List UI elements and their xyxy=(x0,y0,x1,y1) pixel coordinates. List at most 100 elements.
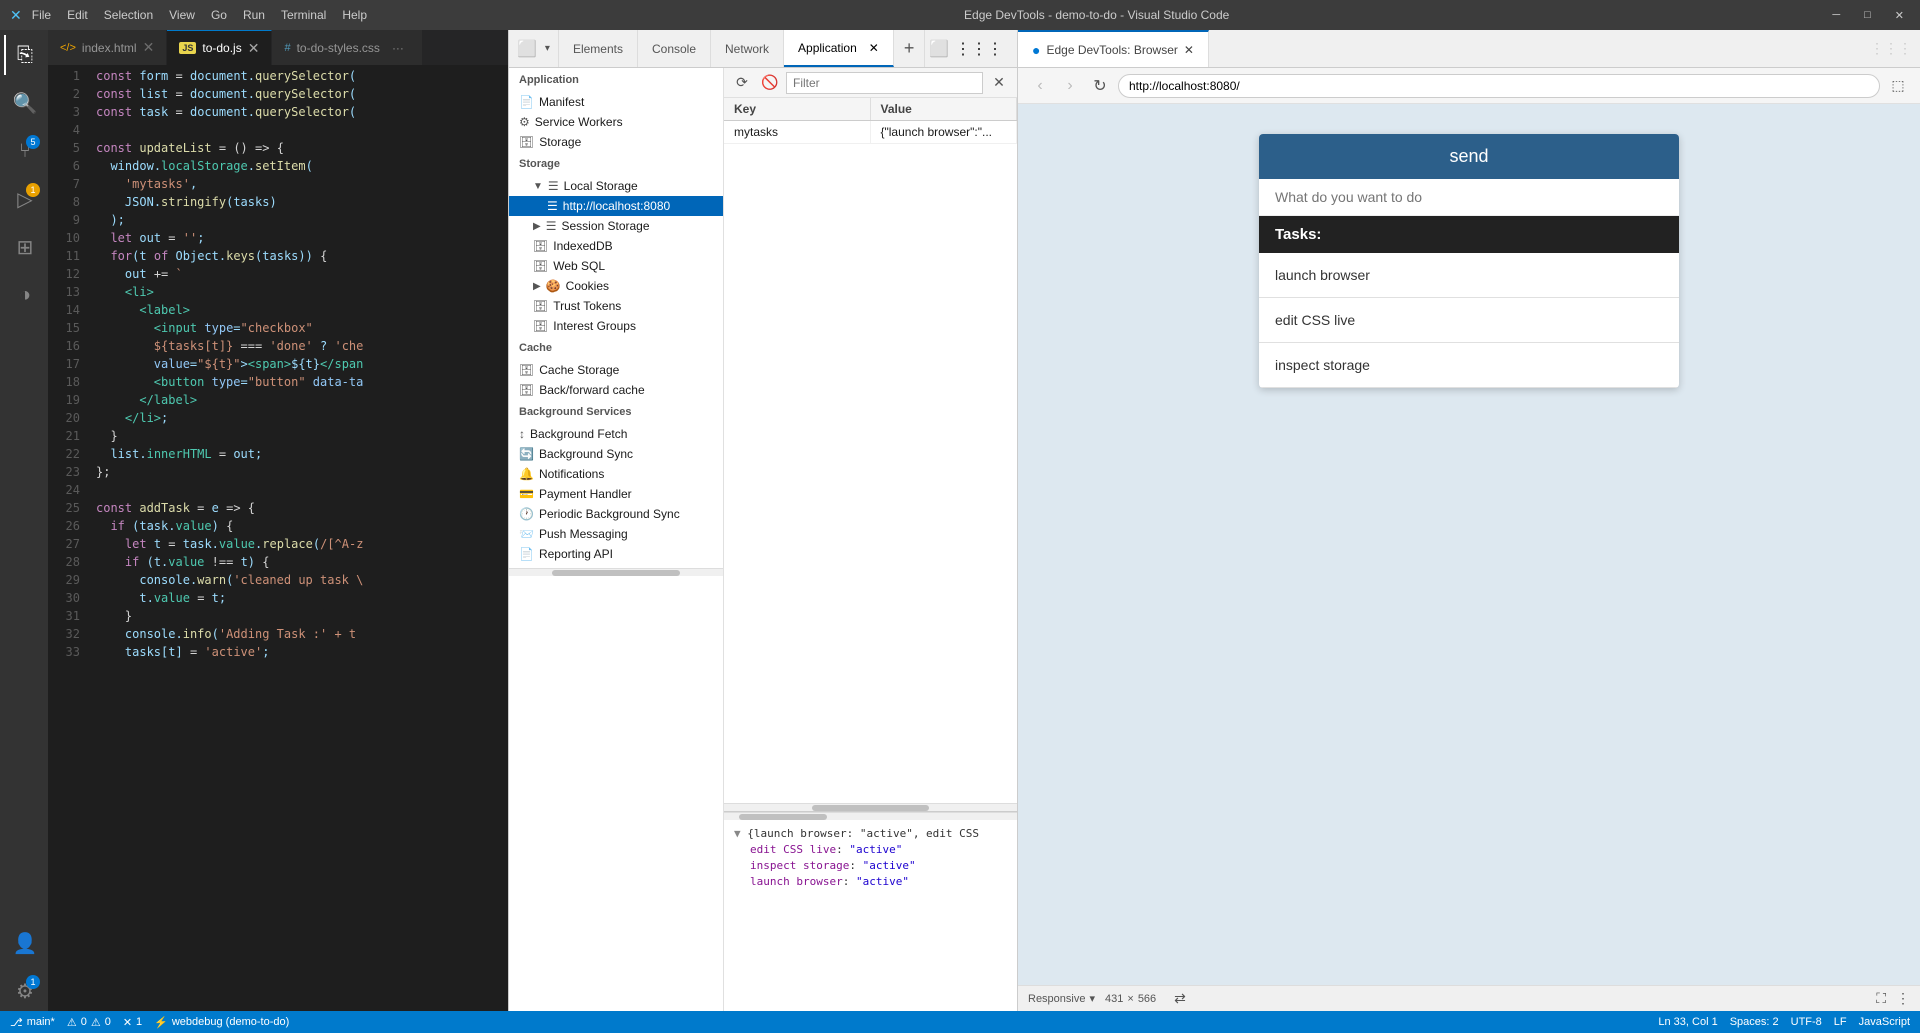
code-editor[interactable]: const form = document.querySelector( con… xyxy=(88,65,508,1011)
browser-preview-tab[interactable]: ● Edge DevTools: Browser ✕ xyxy=(1018,30,1209,67)
window-title: Edge DevTools - demo-to-do - Visual Stud… xyxy=(377,8,1816,22)
tab-elements[interactable]: Elements xyxy=(559,30,638,67)
tab-application[interactable]: Application ✕ xyxy=(784,30,894,67)
sidebar-scrollbar[interactable] xyxy=(509,568,723,576)
json-key-launch: launch browser xyxy=(750,875,843,888)
sidebar-cache-storage[interactable]: 🗄 Cache Storage xyxy=(509,360,723,380)
account-icon[interactable]: 👤 xyxy=(4,923,44,963)
browser-preview: ● Edge DevTools: Browser ✕ ⋮⋮⋮ ‹ › ↻ ⬚ s… xyxy=(1018,30,1920,1011)
times-icon: × xyxy=(1127,993,1133,1005)
tab-styles-css[interactable]: # to-do-styles.css ··· xyxy=(272,30,422,65)
menu-bar: File Edit Selection View Go Run Terminal… xyxy=(32,8,367,22)
url-bar[interactable] xyxy=(1118,74,1880,98)
git-branch[interactable]: ⎇ main* xyxy=(10,1016,55,1029)
tab-close-icon[interactable]: ✕ xyxy=(248,40,260,57)
tab-index-html[interactable]: </> index.html ✕ xyxy=(48,30,167,65)
tab-console[interactable]: Console xyxy=(638,30,711,67)
minimize-button[interactable]: ─ xyxy=(1826,7,1846,24)
git-branch-icon: ⎇ xyxy=(10,1016,23,1029)
sidebar-push-messaging[interactable]: 📨 Push Messaging xyxy=(509,524,723,544)
tab-network[interactable]: Network xyxy=(711,30,784,67)
menu-view[interactable]: View xyxy=(169,8,195,22)
more-options-icon[interactable]: ⋮ xyxy=(1896,990,1910,1007)
sidebar-websql[interactable]: 🗄 Web SQL xyxy=(509,256,723,276)
send-button[interactable]: send xyxy=(1259,134,1679,179)
preview-scrollbar[interactable] xyxy=(724,812,1017,820)
sidebar-service-workers[interactable]: ⚙ Service Workers xyxy=(509,112,723,132)
sidebar-bfcache[interactable]: 🗄 Back/forward cache xyxy=(509,380,723,400)
sidebar-payment-handler[interactable]: 💳 Payment Handler xyxy=(509,484,723,504)
sidebar-bg-sync[interactable]: 🔄 Background Sync xyxy=(509,444,723,464)
filter-clear-button[interactable]: ✕ xyxy=(987,71,1011,95)
sidebar-session-storage[interactable]: ▶ ☰ Session Storage xyxy=(509,216,723,236)
menu-go[interactable]: Go xyxy=(211,8,227,22)
tasks-header: Tasks: xyxy=(1259,216,1679,253)
menu-edit[interactable]: Edit xyxy=(67,8,88,22)
bg-fetch-label: Background Fetch xyxy=(530,427,627,441)
menu-run[interactable]: Run xyxy=(243,8,265,22)
sidebar-interest-groups[interactable]: 🗄 Interest Groups xyxy=(509,316,723,336)
maximize-button[interactable]: □ xyxy=(1858,7,1877,24)
table-row[interactable]: mytasks {"launch browser":"... xyxy=(724,121,1017,144)
info-status[interactable]: ✕ 1 xyxy=(123,1016,142,1029)
errors-status[interactable]: ⚠ 0 ⚠ 0 xyxy=(67,1016,111,1029)
explorer-icon[interactable]: ⎘ xyxy=(4,35,44,75)
close-button[interactable]: ✕ xyxy=(1889,7,1910,24)
sidebar-manifest[interactable]: 📄 Manifest xyxy=(509,92,723,112)
browser-tab-close-icon[interactable]: ✕ xyxy=(1184,43,1194,57)
interest-groups-icon: 🗄 xyxy=(533,319,548,333)
ln-col-status[interactable]: Ln 33, Col 1 xyxy=(1658,1016,1717,1028)
spaces-status[interactable]: Spaces: 2 xyxy=(1730,1016,1779,1028)
sidebar-notifications[interactable]: 🔔 Notifications xyxy=(509,464,723,484)
sidebar-bg-fetch[interactable]: ↕ Background Fetch xyxy=(509,424,723,444)
devtools-main: ⟳ 🚫 ✕ Key Value mytasks {"launch browser… xyxy=(724,68,1017,1011)
filter-input[interactable] xyxy=(786,72,983,94)
extensions-icon[interactable]: ⊞ xyxy=(4,227,44,267)
tab-close-icon[interactable]: ✕ xyxy=(143,39,155,56)
task-input[interactable] xyxy=(1259,179,1679,216)
responsive-label: Responsive xyxy=(1028,993,1085,1005)
reload-button[interactable]: ↻ xyxy=(1088,74,1112,98)
refresh-button[interactable]: ⟳ xyxy=(730,71,754,95)
tab-todo-js[interactable]: JS to-do.js ✕ xyxy=(167,30,272,65)
sidebar-storage[interactable]: 🗄 Storage xyxy=(509,132,723,152)
table-scrollbar[interactable] xyxy=(724,803,1017,811)
sidebar-reporting-api[interactable]: 📄 Reporting API xyxy=(509,544,723,564)
cache-section-title: Cache xyxy=(509,336,723,360)
swap-dimensions-icon[interactable]: ⇄ xyxy=(1174,990,1186,1007)
tab-label: index.html xyxy=(82,41,137,55)
application-tab-close-icon[interactable]: ✕ xyxy=(869,41,879,55)
encoding-status[interactable]: UTF-8 xyxy=(1791,1016,1822,1028)
sidebar-local-storage[interactable]: ▼ ☰ Local Storage xyxy=(509,176,723,196)
edge-browser-icon[interactable]: ◑ xyxy=(4,275,44,315)
dock-icon[interactable]: ⬜ xyxy=(929,39,949,59)
search-activity-icon[interactable]: 🔍 xyxy=(4,83,44,123)
add-tab-button[interactable]: + xyxy=(894,30,926,67)
inspect-icon[interactable]: ⬚ xyxy=(1886,74,1910,98)
menu-terminal[interactable]: Terminal xyxy=(281,8,326,22)
forward-button[interactable]: › xyxy=(1058,74,1082,98)
debug-status[interactable]: ⚡ webdebug (demo-to-do) xyxy=(154,1016,289,1029)
clear-button[interactable]: 🚫 xyxy=(758,71,782,95)
menu-help[interactable]: Help xyxy=(342,8,367,22)
fullscreen-icon[interactable]: ⛶ xyxy=(1876,990,1886,1007)
sidebar-periodic-bg-sync[interactable]: 🕐 Periodic Background Sync xyxy=(509,504,723,524)
sidebar-cookies[interactable]: ▶ 🍪 Cookies xyxy=(509,276,723,296)
menu-file[interactable]: File xyxy=(32,8,51,22)
more-options-icon[interactable]: ⋮⋮⋮ xyxy=(955,39,1003,59)
warning-icon: ⚠ xyxy=(91,1016,101,1029)
language-status[interactable]: JavaScript xyxy=(1859,1016,1910,1028)
sidebar-indexeddb[interactable]: 🗄 IndexedDB xyxy=(509,236,723,256)
menu-selection[interactable]: Selection xyxy=(104,8,153,22)
source-control-icon[interactable]: ⑂ 5 xyxy=(4,131,44,171)
back-button[interactable]: ‹ xyxy=(1028,74,1052,98)
sidebar-trust-tokens[interactable]: 🗄 Trust Tokens xyxy=(509,296,723,316)
debug-icon[interactable]: ▷ 1 xyxy=(4,179,44,219)
sidebar-localhost-8080[interactable]: ☰ http://localhost:8080 xyxy=(509,196,723,216)
main-layout: ⎘ 🔍 ⑂ 5 ▷ 1 ⊞ ◑ 👤 ⚙ 1 </> index.html ✕ J… xyxy=(0,30,1920,1011)
settings-icon[interactable]: ⚙ 1 xyxy=(4,971,44,1011)
browser-more-icon[interactable]: ⋮⋮⋮ xyxy=(1870,40,1912,57)
eol-status[interactable]: LF xyxy=(1834,1016,1847,1028)
responsive-select[interactable]: Responsive ▾ xyxy=(1028,992,1095,1005)
tab-more-icon[interactable]: ··· xyxy=(386,41,410,55)
